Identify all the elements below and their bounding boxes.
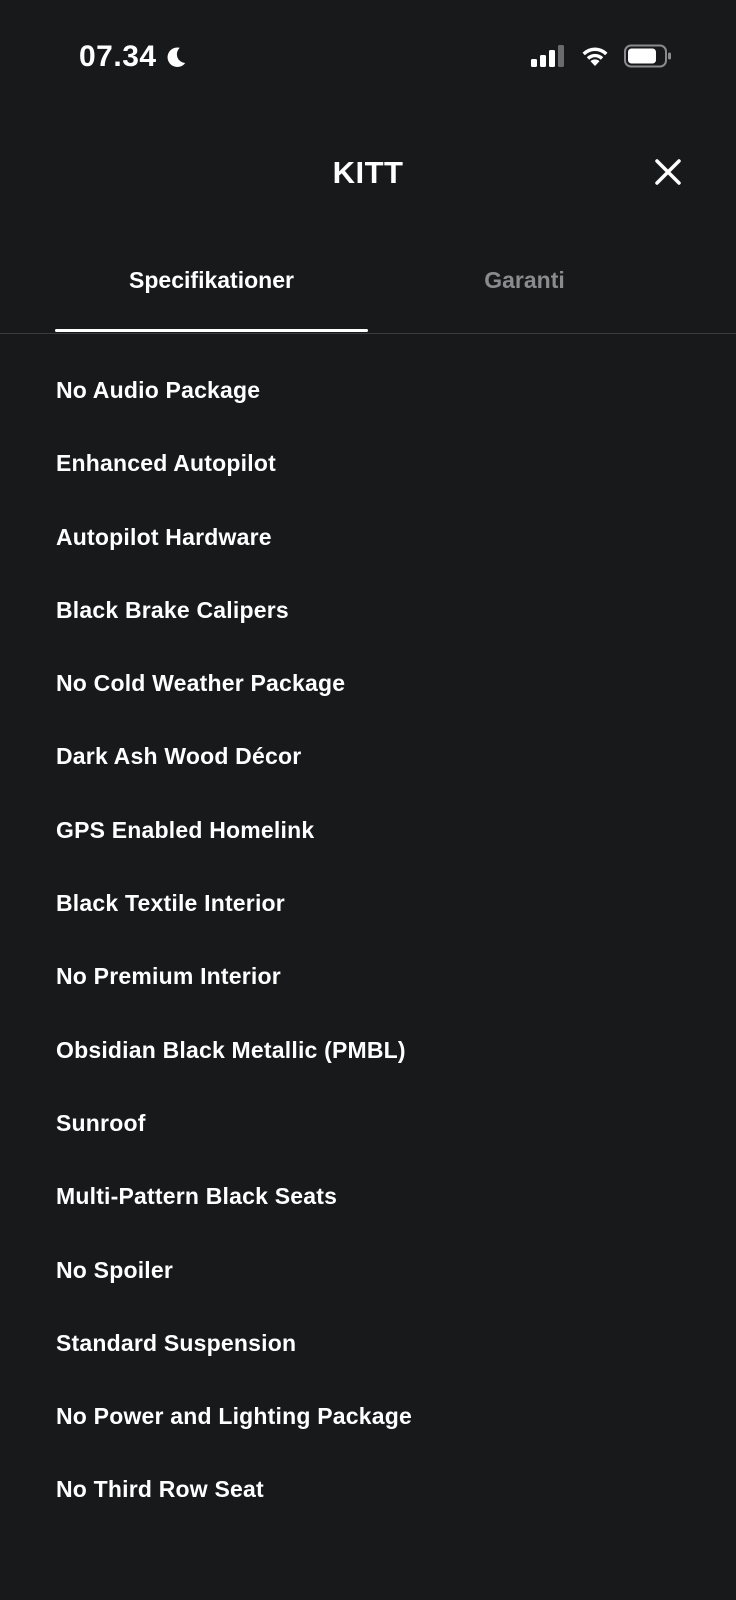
spec-item: Dark Ash Wood Décor [56, 743, 302, 770]
tab-specifications[interactable]: Specifikationer [55, 267, 368, 294]
spec-item: No Cold Weather Package [56, 670, 346, 697]
spec-item: Multi-Pattern Black Seats [56, 1183, 338, 1210]
status-time: 07.34 [79, 40, 157, 73]
status-bar: 07.34 [0, 0, 736, 120]
close-button[interactable] [650, 156, 686, 192]
spec-item: No Third Row Seat [56, 1476, 264, 1503]
tab-bar: Specifikationer Garanti [0, 255, 736, 335]
close-icon [653, 157, 683, 192]
status-icons [530, 44, 672, 73]
active-tab-indicator [55, 329, 368, 332]
signal-icon [530, 44, 566, 73]
battery-icon [624, 44, 672, 73]
spec-item: No Spoiler [56, 1256, 174, 1283]
spec-item: Black Brake Calipers [56, 596, 289, 623]
moon-icon [163, 44, 189, 70]
spec-item: Black Textile Interior [56, 890, 285, 917]
spec-item: No Power and Lighting Package [56, 1403, 412, 1430]
page-title: KITT [332, 155, 404, 190]
spec-item: Obsidian Black Metallic (PMBL) [56, 1036, 406, 1063]
spec-list: No Audio Package Enhanced Autopilot Auto… [0, 354, 736, 1527]
spec-item: Standard Suspension [56, 1329, 297, 1356]
tab-warranty[interactable]: Garanti [368, 267, 681, 294]
spec-item: Sunroof [56, 1109, 146, 1136]
spec-item: Enhanced Autopilot [56, 450, 276, 477]
clock: 07.34 [79, 40, 189, 74]
spec-item: No Premium Interior [56, 963, 281, 990]
wifi-icon [580, 44, 610, 73]
spec-item: Autopilot Hardware [56, 523, 272, 550]
spec-item: GPS Enabled Homelink [56, 816, 315, 843]
tabs-divider [0, 333, 736, 334]
spec-item: No Audio Package [56, 377, 261, 403]
